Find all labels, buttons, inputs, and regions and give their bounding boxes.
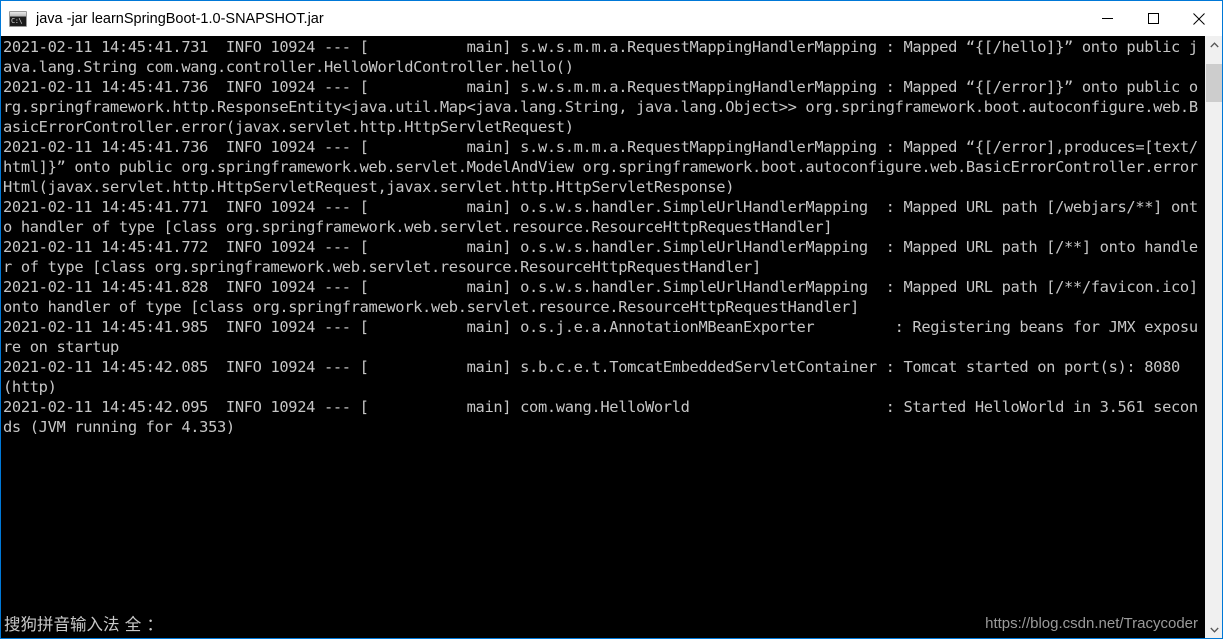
ime-status-text: 搜狗拼音输入法 全 ： [4,615,163,634]
chevron-up-icon [1209,41,1219,47]
maximize-button[interactable] [1130,1,1176,36]
scrollbar-thumb[interactable] [1206,64,1222,102]
title-bar-left: C:\ java -jar learnSpringBoot-1.0-SNAPSH… [1,10,1084,27]
maximize-icon [1147,13,1159,24]
console-window: C:\ java -jar learnSpringBoot-1.0-SNAPSH… [0,0,1223,639]
cmd-console-icon: C:\ [9,10,27,27]
close-icon [1193,12,1205,25]
minimize-icon [1101,18,1113,19]
scrollbar-track[interactable] [1206,53,1222,621]
scroll-up-button[interactable] [1206,36,1222,53]
vertical-scrollbar[interactable] [1205,36,1222,638]
cmd-icon-text: C:\ [11,16,23,25]
console-body: 2021-02-11 14:45:41.731 INFO 10924 --- [… [1,36,1222,638]
chevron-down-icon [1209,627,1219,633]
scroll-down-button[interactable] [1206,621,1222,638]
console-output[interactable]: 2021-02-11 14:45:41.731 INFO 10924 --- [… [1,36,1205,638]
window-title: java -jar learnSpringBoot-1.0-SNAPSHOT.j… [36,10,324,27]
watermark-text: https://blog.csdn.net/Tracycoder [985,615,1198,632]
window-controls [1084,1,1222,36]
minimize-button[interactable] [1084,1,1130,36]
title-bar[interactable]: C:\ java -jar learnSpringBoot-1.0-SNAPSH… [1,1,1222,36]
close-button[interactable] [1176,1,1222,36]
